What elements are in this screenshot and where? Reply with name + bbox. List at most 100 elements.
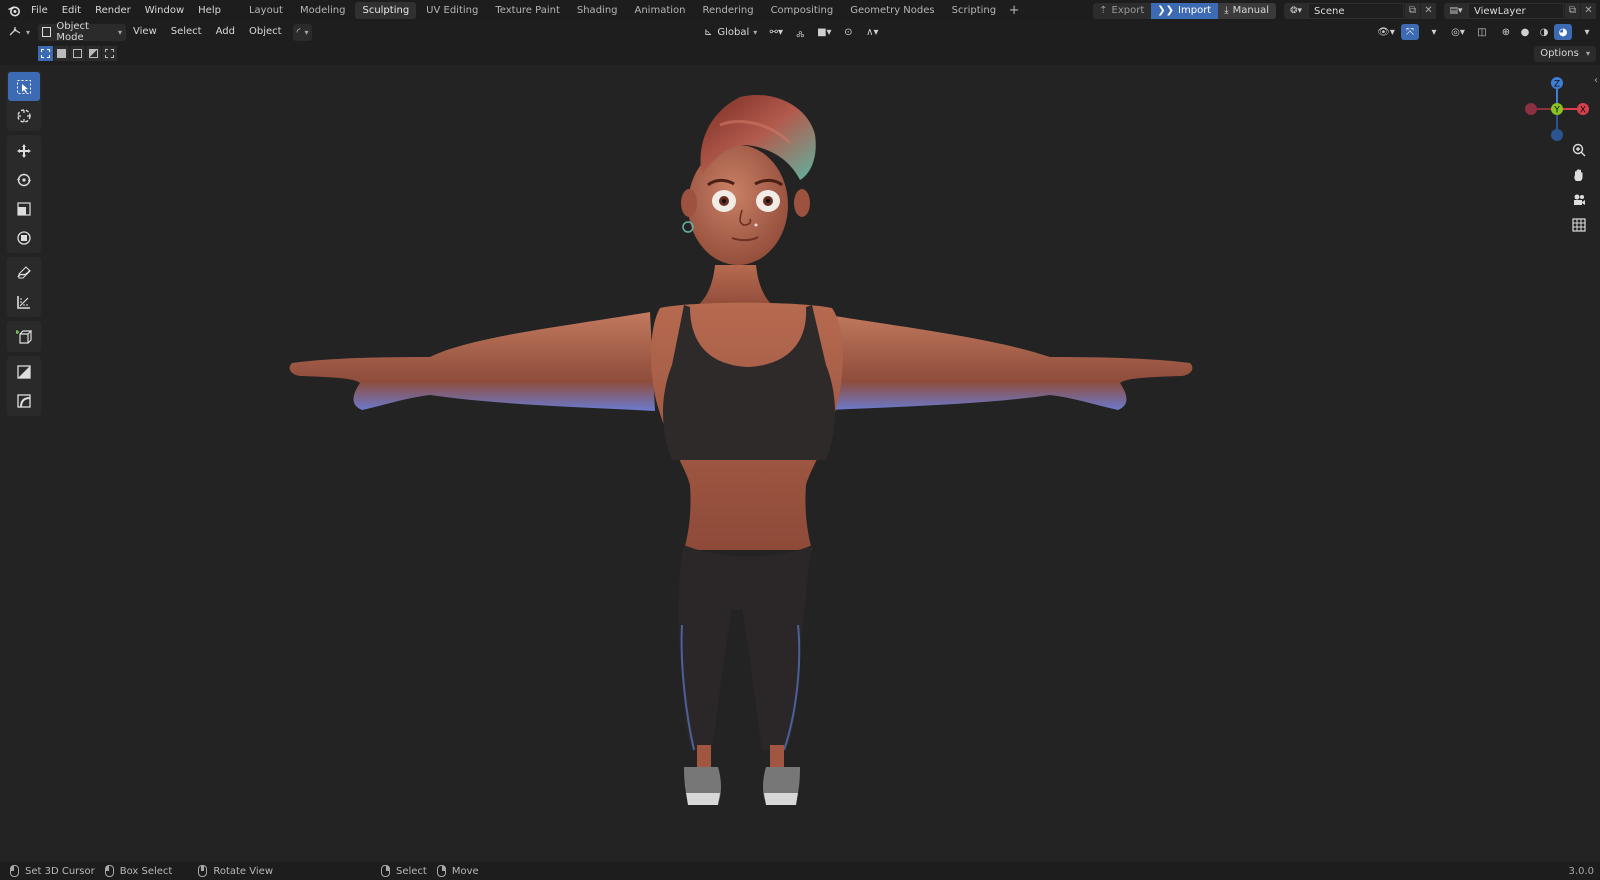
move-tool-icon[interactable] [8, 136, 40, 165]
status-box-select: Box Select [104, 865, 172, 877]
neg-x-axis-icon[interactable] [1525, 103, 1537, 115]
tab-scripting[interactable]: Scripting [945, 2, 1003, 19]
material-shading-icon[interactable]: ◑ [1535, 24, 1553, 40]
menu-render[interactable]: Render [88, 0, 138, 21]
neg-z-axis-icon[interactable] [1551, 129, 1563, 141]
shading-mode-group: ⊕ ● ◑ ◕ [1497, 24, 1572, 40]
chevron-down-icon: ▾ [304, 27, 309, 37]
scene-name-field[interactable]: Scene [1308, 2, 1404, 19]
view-layer-name-field[interactable]: ViewLayer [1468, 2, 1564, 19]
mode-dropdown[interactable]: Object Mode ▾ [38, 21, 127, 43]
transform-tool-group [7, 135, 41, 253]
view-layer-selector: ▤▾ ViewLayer ⧉ ✕ [1444, 2, 1596, 19]
pan-hand-icon[interactable] [1568, 164, 1590, 186]
select-subtract-icon[interactable] [70, 46, 85, 61]
cursor-tool-icon[interactable] [8, 101, 40, 130]
options-dropdown[interactable]: Options ▾ [1534, 46, 1596, 62]
tab-shading[interactable]: Shading [570, 2, 625, 19]
visibility-icon[interactable]: 👁▾ [1377, 24, 1395, 40]
ortho-grid-icon[interactable] [1568, 214, 1590, 236]
tab-animation[interactable]: Animation [628, 2, 693, 19]
select-new-icon[interactable] [38, 46, 53, 61]
shear-tool-icon[interactable] [8, 357, 40, 386]
measure-tool-icon[interactable] [8, 287, 40, 316]
version-label: 3.0.0 [1568, 865, 1594, 877]
chevron-down-icon: ▾ [118, 27, 123, 37]
new-scene-icon[interactable]: ⧉ [1404, 2, 1420, 19]
transform-orientation-dropdown[interactable]: ⊾ Global ▾ [700, 24, 761, 41]
mode-label: Object Mode [56, 21, 89, 43]
menu-window[interactable]: Window [138, 0, 191, 21]
add-menu[interactable]: Add [209, 21, 242, 43]
overlay-toggle-icon[interactable]: ◎▾ [1449, 24, 1467, 40]
rendered-shading-icon[interactable]: ◕ [1554, 24, 1572, 40]
3d-viewport-icon [9, 27, 21, 36]
menu-help[interactable]: Help [191, 0, 228, 21]
manual-button[interactable]: ⤓ Manual [1218, 2, 1276, 19]
select-menu[interactable]: Select [164, 21, 209, 43]
camera-view-icon[interactable] [1568, 189, 1590, 211]
select-invert-icon[interactable] [86, 46, 101, 61]
new-view-layer-icon[interactable]: ⧉ [1564, 2, 1580, 19]
scene-icon[interactable]: ❂▾ [1284, 2, 1308, 19]
pivot-point-icon[interactable]: ⚯▾ [767, 24, 785, 40]
view-layer-icon[interactable]: ▤▾ [1444, 2, 1468, 19]
tab-layout[interactable]: Layout [242, 2, 290, 19]
add-tool-group [7, 321, 41, 352]
shading-options-icon[interactable]: ▾ [1578, 24, 1596, 40]
scale-tool-icon[interactable] [8, 194, 40, 223]
select-intersect-icon[interactable] [102, 46, 117, 61]
snap-target-icon[interactable]: ■▾ [815, 24, 833, 40]
rotate-tool-icon[interactable] [8, 165, 40, 194]
annotate-tool-icon[interactable] [8, 258, 40, 287]
snap-icon[interactable]: 🝆 [791, 24, 809, 40]
tab-sculpting[interactable]: Sculpting [355, 2, 417, 19]
add-cube-tool-icon[interactable] [8, 322, 40, 351]
tab-texture-paint[interactable]: Texture Paint [488, 2, 567, 19]
delete-scene-icon[interactable]: ✕ [1420, 2, 1436, 19]
status-move: Move [436, 865, 479, 877]
select-extend-icon[interactable] [54, 46, 69, 61]
curve-icon: ◜ [296, 26, 301, 38]
zoom-icon[interactable] [1568, 139, 1590, 161]
delete-view-layer-icon[interactable]: ✕ [1580, 2, 1596, 19]
navigation-gizmo[interactable]: Z X Y [1522, 71, 1592, 141]
blender-logo-icon[interactable] [4, 0, 24, 21]
transform-tools: ⊾ Global ▾ ⚯▾ 🝆 ■▾ ⊙ ∧▾ [696, 23, 881, 41]
tab-geometry-nodes[interactable]: Geometry Nodes [843, 2, 941, 19]
orientation-label: Global [717, 26, 750, 38]
solid-shading-icon[interactable]: ● [1516, 24, 1534, 40]
status-rotate-view: Rotate View [198, 865, 273, 877]
select-box-tool-icon[interactable] [8, 72, 40, 101]
tab-modeling[interactable]: Modeling [293, 2, 353, 19]
view-menu[interactable]: View [126, 21, 164, 43]
annotate-tool-group [7, 257, 41, 317]
editor-type-dropdown[interactable]: ▾ [4, 24, 34, 41]
add-workspace-button[interactable]: + [1006, 2, 1022, 19]
workspace-tabs: Layout Modeling Sculpting UV Editing Tex… [242, 0, 1022, 21]
manual-label: Manual [1232, 4, 1269, 16]
import-button[interactable]: ❯❯ Import [1151, 2, 1219, 19]
proportional-edit-icon[interactable]: ⊙ [839, 24, 857, 40]
wireframe-shading-icon[interactable]: ⊕ [1497, 24, 1515, 40]
sidebar-toggle-icon[interactable]: ‹ [1594, 75, 1598, 86]
3d-viewport[interactable]: Z X Y ‹ [0, 65, 1600, 862]
gpencil-dropdown[interactable]: ◜ ▾ [292, 23, 313, 41]
falloff-icon[interactable]: ∧▾ [863, 24, 881, 40]
top-right-controls: ⇡ Export ❯❯ Import ⤓ Manual ❂▾ Scene ⧉ ✕… [1093, 0, 1600, 21]
menu-edit[interactable]: Edit [55, 0, 88, 21]
tab-rendering[interactable]: Rendering [695, 2, 760, 19]
export-button[interactable]: ⇡ Export [1093, 2, 1152, 19]
scene-selector: ❂▾ Scene ⧉ ✕ [1284, 2, 1436, 19]
gizmo-dropdown-icon[interactable]: ▾ [1425, 24, 1443, 40]
object-menu[interactable]: Object [242, 21, 289, 43]
tab-uv-editing[interactable]: UV Editing [419, 2, 485, 19]
xray-toggle-icon[interactable]: ◫ [1473, 24, 1491, 40]
status-bar: Set 3D Cursor Box Select Rotate View Sel… [0, 862, 1600, 880]
gizmo-toggle-icon[interactable]: ⤧ [1401, 24, 1419, 40]
mouse-right-icon [381, 865, 390, 877]
tab-compositing[interactable]: Compositing [764, 2, 841, 19]
menu-file[interactable]: File [24, 0, 55, 21]
transform-tool-icon[interactable] [8, 223, 40, 252]
bend-tool-icon[interactable] [8, 386, 40, 415]
